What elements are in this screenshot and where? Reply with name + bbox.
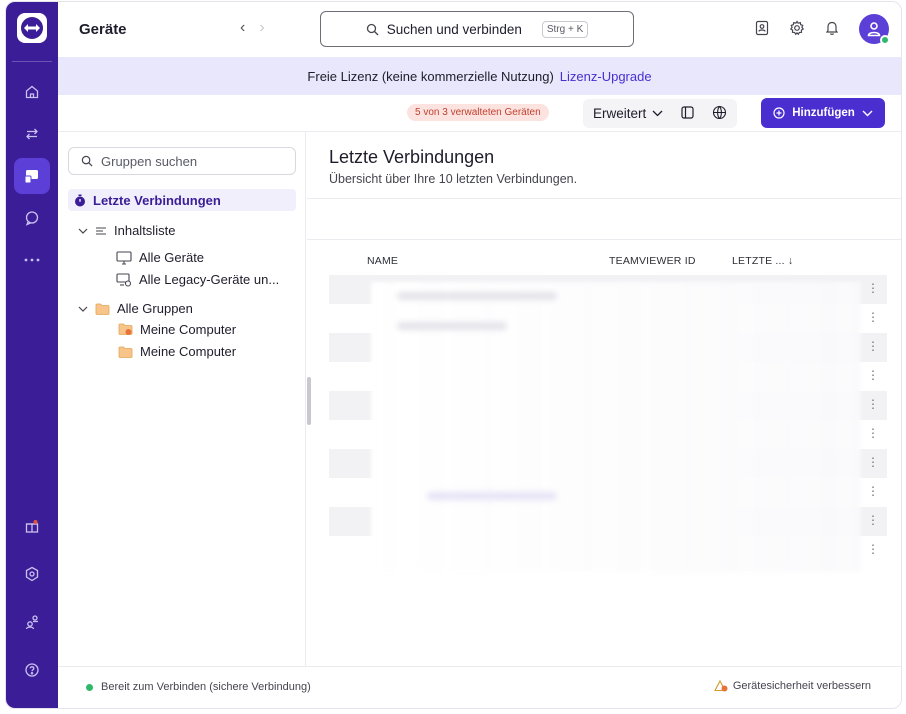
row-menu-icon[interactable]: ⋮ [867,427,879,439]
shared-folder-icon [118,323,133,335]
forward-arrow-icon[interactable]: › [259,19,264,37]
tree-label-legacy-devices: Alle Legacy-Geräte un... [139,272,280,287]
add-button[interactable]: Hinzufügen [761,98,885,128]
chevron-down-icon [78,228,88,234]
tree-label-all-devices: Alle Geräte [139,250,205,265]
tree-item-group-my-computer-shared[interactable]: Meine Computer [118,322,236,337]
contacts-icon[interactable] [755,20,769,39]
tree-label-all-groups: Alle Gruppen [117,301,193,316]
view-mode-label: Erweitert [593,106,647,121]
tree-item-legacy-devices[interactable]: Alle Legacy-Geräte un... [116,272,279,287]
chevron-down-icon [78,306,88,312]
add-button-label: Hinzufügen [792,107,855,119]
notifications-bell-icon[interactable] [825,20,839,39]
row-menu-icon[interactable]: ⋮ [867,398,879,410]
column-header-last-connection[interactable]: LETZTE ... ↓ [732,255,793,267]
chat-icon[interactable] [14,200,50,236]
globe-icon[interactable] [712,105,727,123]
main-title: Letzte Verbindungen [329,147,495,167]
top-bar: Geräte ‹ › Suchen und verbinden Strg + K [58,2,901,57]
legacy-monitor-icon [116,272,132,287]
folder-icon [95,303,110,315]
main-subtitle: Übersicht über Ihre 10 letzten Verbindun… [329,172,578,186]
connection-status-text: Bereit zum Verbinden (sichere Verbindung… [101,681,311,693]
row-menu-icon[interactable]: ⋮ [867,340,879,352]
user-icon [867,22,881,37]
license-banner: Freie Lizenz (keine kommerzielle Nutzung… [58,57,901,95]
list-icon [96,226,106,235]
more-icon[interactable] [14,242,50,278]
back-arrow-icon[interactable]: ‹ [240,19,245,37]
chevron-down-icon [862,110,873,116]
tree-label-group2: Meine Computer [140,344,237,359]
users-icon[interactable] [14,604,50,640]
panel-toggle-icon[interactable] [681,105,694,122]
row-menu-icon[interactable]: ⋮ [867,369,879,381]
row-menu-icon[interactable]: ⋮ [867,311,879,323]
monitor-icon [116,250,132,265]
group-search-placeholder: Gruppen suchen [101,153,198,169]
search-connect-input[interactable]: Suchen und verbinden Strg + K [320,11,634,47]
tree-item-content-list[interactable]: Inhaltsliste [78,223,175,238]
tree-label-recent: Letzte Verbindungen [93,192,221,208]
groups-sidebar: Gruppen suchen Letzte Verbindungen Inhal… [58,132,306,666]
row-menu-icon[interactable]: ⋮ [867,456,879,468]
devices-icon[interactable] [14,158,50,194]
tree-label-group1: Meine Computer [140,322,237,337]
help-icon[interactable] [14,652,50,688]
improve-security-text: Gerätesicherheit verbessern [732,680,871,692]
row-menu-icon[interactable]: ⋮ [867,514,879,526]
row-menu-icon[interactable]: ⋮ [867,543,879,555]
online-status-dot [880,35,890,45]
main-content: Letzte Verbindungen Übersicht über Ihre … [307,132,901,666]
nav-rail [6,2,58,708]
row-menu-icon[interactable]: ⋮ [867,485,879,497]
warning-icon [713,680,728,692]
tree-item-all-groups[interactable]: Alle Gruppen [78,301,193,316]
plus-circle-icon [773,107,785,119]
security-icon[interactable] [14,556,50,592]
toolbar: 5 von 3 verwalteten Geräten Erweitert Hi… [58,95,901,132]
tree-item-group-my-computer[interactable]: Meine Computer [118,344,236,359]
search-icon [81,155,93,167]
tree-label-content-list: Inhaltsliste [114,223,176,238]
column-header-name[interactable]: NAME [367,255,398,267]
tree-item-recent[interactable]: Letzte Verbindungen [68,189,296,211]
view-mode-dropdown[interactable]: Erweitert [593,106,663,121]
app-window: Geräte ‹ › Suchen und verbinden Strg + K [5,1,902,709]
group-search-input[interactable]: Gruppen suchen [68,147,296,175]
user-avatar[interactable] [859,14,890,45]
chevron-down-icon [652,110,663,117]
managed-devices-badge[interactable]: 5 von 3 verwalteten Geräten [407,104,549,121]
teamviewer-logo[interactable] [17,13,47,43]
row-menu-icon[interactable]: ⋮ [867,282,879,294]
search-icon [366,23,379,35]
settings-gear-icon[interactable] [789,19,805,39]
tree-item-all-devices[interactable]: Alle Geräte [116,250,204,265]
shortcut-hint: Strg + K [541,20,589,38]
stopwatch-icon [75,194,85,206]
home-icon[interactable] [14,74,50,110]
search-label: Suchen und verbinden [386,21,522,37]
license-text: Freie Lizenz (keine kommerzielle Nutzung… [307,68,554,84]
license-upgrade-link[interactable]: Lizenz-Upgrade [560,69,652,84]
improve-security-link[interactable]: Gerätesicherheit verbessern [713,680,871,692]
status-bar: Bereit zum Verbinden (sichere Verbindung… [58,666,901,708]
connection-status-dot [86,683,93,691]
page-title: Geräte [79,21,127,38]
column-header-teamviewer-id[interactable]: TEAMVIEWER ID [609,255,696,267]
folder-icon [118,346,133,358]
connections-icon[interactable] [14,116,50,152]
gift-icon[interactable] [14,508,50,544]
